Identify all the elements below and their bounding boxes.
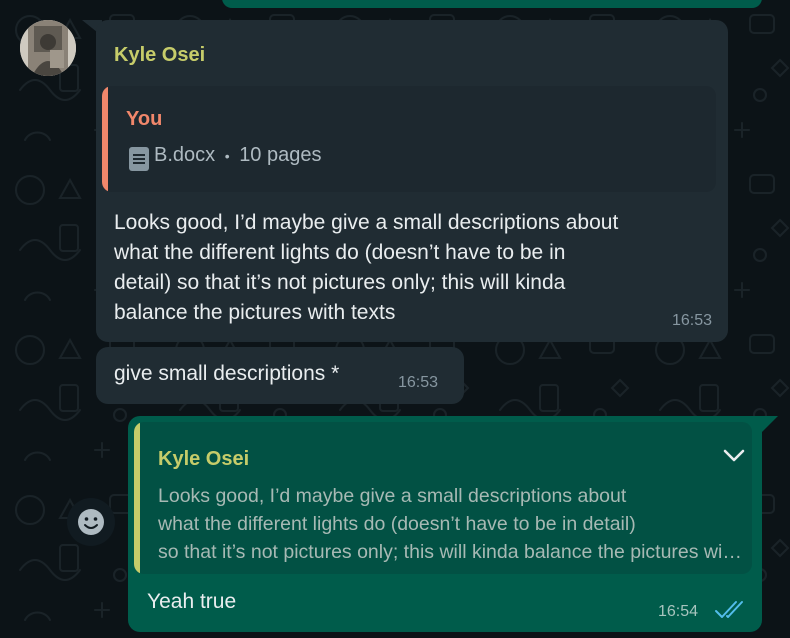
page-count: 10 pages — [239, 144, 322, 166]
quoted-line: Looks good, I’d maybe give a small descr… — [158, 485, 627, 507]
chevron-down-icon[interactable] — [722, 448, 746, 464]
message-timestamp: 16:53 — [671, 312, 712, 329]
message-timestamp: 16:54 — [658, 603, 699, 620]
message-line: Looks good, I’d maybe give a small descr… — [114, 211, 619, 234]
sender-name[interactable]: Kyle Osei — [114, 44, 205, 67]
quoted-file-info: B.docx • 10 pages — [154, 144, 321, 167]
double-check-icon — [715, 601, 743, 618]
quote-author: You — [126, 108, 163, 130]
previous-outgoing-message-edge — [222, 0, 762, 8]
incoming-message-bubble[interactable]: give small descriptions * 16:53 — [96, 347, 464, 404]
quoted-line: so that it’s not pictures only; this wil… — [158, 541, 744, 563]
avatar-image — [20, 20, 76, 76]
document-icon — [129, 147, 149, 171]
outgoing-message-bubble[interactable]: Kyle Osei Looks good, I’d maybe give a s… — [128, 416, 762, 632]
smiley-icon — [78, 509, 104, 535]
emoji-reaction-button[interactable] — [67, 498, 115, 546]
quoted-line: what the different lights do (doesn’t ha… — [158, 513, 636, 535]
quoted-message[interactable]: You B.docx • 10 pages — [102, 86, 716, 192]
avatar[interactable] — [20, 20, 76, 76]
message-line: what the different lights do (doesn’t ha… — [114, 241, 566, 264]
message-line: balance the pictures with texts — [114, 301, 396, 324]
quote-author: Kyle Osei — [158, 448, 250, 470]
outgoing-bubble-tail — [760, 416, 778, 434]
separator-dot: • — [224, 148, 230, 164]
quote-accent-bar — [134, 422, 140, 574]
incoming-message-bubble[interactable]: Kyle Osei You B.docx • 10 pages Looks go… — [96, 20, 728, 342]
file-name: B.docx — [154, 144, 216, 166]
message-text: Yeah true — [147, 590, 237, 613]
message-text: Looks good, I’d maybe give a small descr… — [114, 208, 724, 328]
message-line: detail) so that it’s not pictures only; … — [114, 271, 566, 294]
quote-accent-bar — [102, 86, 108, 192]
quoted-text: Looks good, I’d maybe give a small descr… — [158, 482, 744, 566]
message-timestamp: 16:53 — [398, 374, 439, 391]
message-text: give small descriptions * — [114, 362, 340, 385]
quoted-message[interactable]: Kyle Osei Looks good, I’d maybe give a s… — [134, 422, 752, 574]
